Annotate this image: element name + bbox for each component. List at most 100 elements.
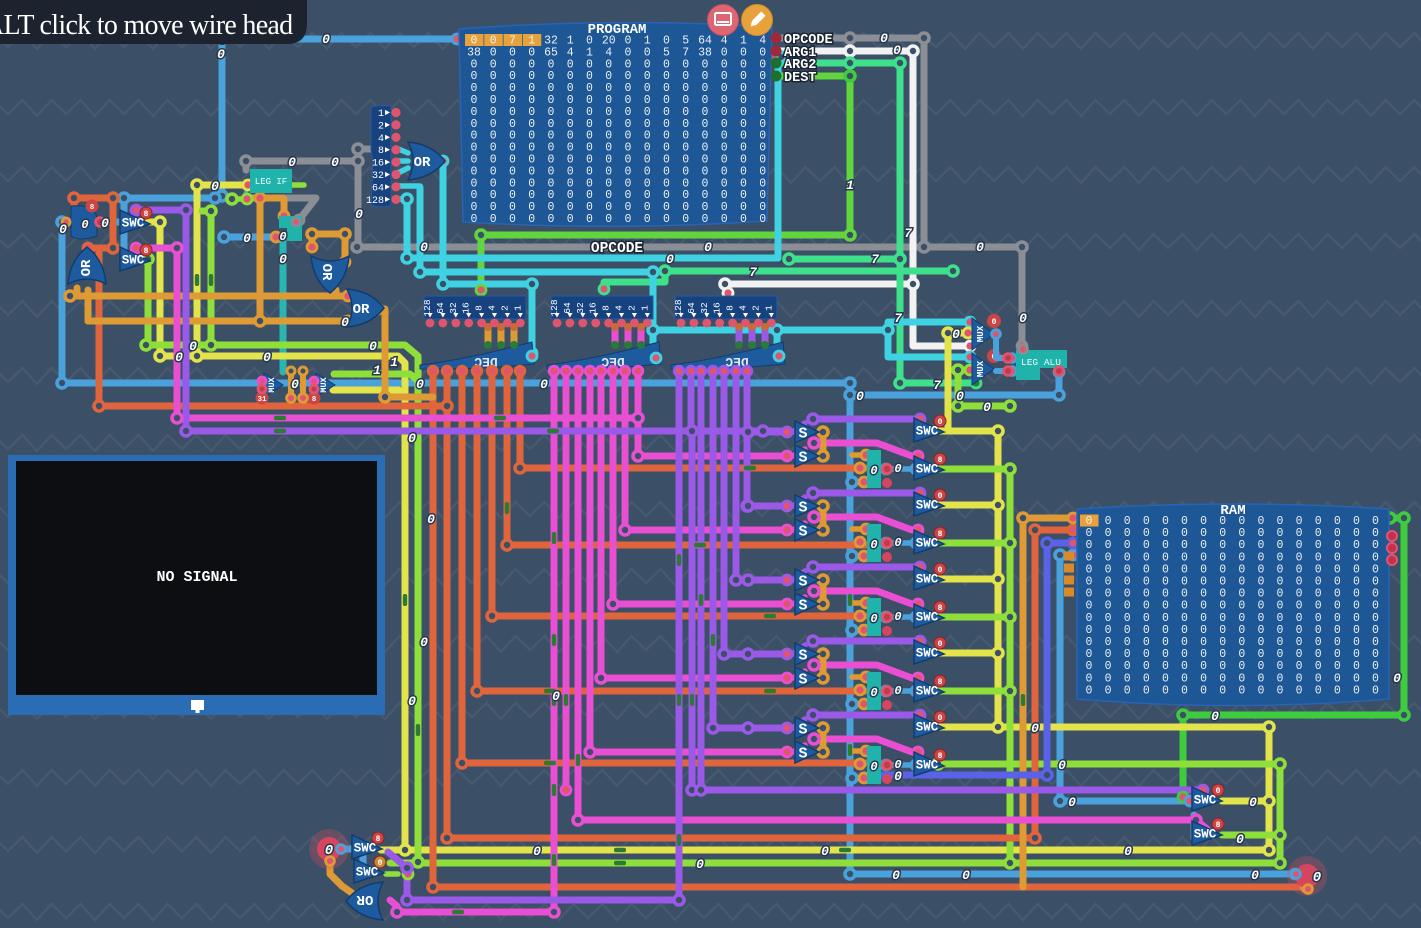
svg-text:8: 8 [938,604,943,613]
svg-text:0: 0 [1315,600,1322,613]
svg-text:OR: OR [318,264,334,281]
svg-text:1: 1 [639,305,650,311]
svg-text:7: 7 [894,311,902,326]
svg-text:S: S [798,648,807,665]
svg-text:0: 0 [1238,600,1245,613]
svg-text:0: 0 [1181,600,1188,613]
svg-text:MUX: MUX [976,360,986,377]
svg-text:0: 0 [1315,563,1322,576]
svg-text:0: 0 [1296,600,1303,613]
svg-text:0: 0 [1219,515,1226,528]
svg-text:SWC: SWC [916,685,939,699]
svg-text:0: 0 [1238,648,1245,661]
svg-text:0: 0 [1372,660,1379,673]
svg-text:0: 0 [1200,684,1207,697]
svg-text:SWC: SWC [916,537,939,551]
svg-text:0: 0 [369,339,377,354]
svg-text:0: 0 [101,216,109,231]
svg-text:S: S [798,426,807,443]
svg-text:0: 0 [1296,684,1303,697]
svg-text:OR: OR [353,302,370,318]
svg-text:0: 0 [1219,576,1226,589]
svg-text:0: 0 [1105,515,1112,528]
svg-text:0: 0 [1200,551,1207,564]
svg-text:0: 0 [1105,551,1112,564]
svg-text:0: 0 [1105,527,1112,540]
svg-text:0: 0 [1181,527,1188,540]
svg-text:0: 0 [1353,648,1360,661]
svg-text:0: 0 [1086,588,1093,601]
svg-text:0: 0 [938,492,943,501]
svg-text:8: 8 [474,305,485,311]
svg-text:0: 0 [471,213,478,226]
svg-text:0: 0 [938,566,943,575]
svg-text:0: 0 [211,179,219,194]
svg-text:SWC: SWC [122,254,145,268]
svg-text:0: 0 [1372,588,1379,601]
svg-text:0: 0 [1238,624,1245,637]
svg-text:0: 0 [1086,515,1093,528]
svg-text:0: 0 [1143,588,1150,601]
svg-text:0: 0 [1058,758,1066,773]
svg-text:0: 0 [1181,660,1188,673]
svg-text:0: 0 [1143,539,1150,552]
svg-text:0: 0 [1181,576,1188,589]
svg-text:0: 0 [1277,624,1284,637]
svg-text:0: 0 [408,694,416,709]
svg-text:0: 0 [870,538,877,552]
svg-text:0: 0 [1216,787,1221,796]
svg-text:7: 7 [871,252,879,267]
svg-text:0: 0 [1162,588,1169,601]
svg-text:0: 0 [1086,648,1093,661]
svg-text:0: 0 [1372,648,1379,661]
svg-text:0: 0 [1181,612,1188,625]
svg-text:0: 0 [1143,672,1150,685]
svg-text:0: 0 [1181,684,1188,697]
svg-text:0: 0 [1143,612,1150,625]
svg-text:S: S [798,524,807,541]
svg-text:0: 0 [1334,612,1341,625]
svg-text:2: 2 [750,305,761,311]
svg-text:0: 0 [1219,551,1226,564]
svg-text:64: 64 [372,183,384,194]
svg-text:0: 0 [1238,515,1245,528]
svg-text:4: 4 [487,305,498,311]
svg-text:0: 0 [1353,576,1360,589]
svg-text:0: 0 [1257,624,1264,637]
svg-text:0: 0 [1143,576,1150,589]
svg-text:0: 0 [1238,576,1245,589]
svg-text:0: 0 [341,315,349,330]
svg-text:0: 0 [420,635,428,650]
svg-text:0: 0 [1277,588,1284,601]
svg-text:0: 0 [1162,648,1169,661]
svg-text:7: 7 [904,226,912,241]
svg-text:8: 8 [90,204,95,212]
svg-text:0: 0 [666,252,674,267]
svg-text:0: 0 [1143,600,1150,613]
svg-text:0: 0 [548,213,555,226]
svg-text:0: 0 [1296,539,1303,552]
svg-text:0: 0 [1353,672,1360,685]
svg-text:PROGRAM: PROGRAM [588,22,647,38]
svg-text:0: 0 [1162,612,1169,625]
svg-text:0: 0 [1105,588,1112,601]
svg-text:32: 32 [699,302,710,314]
svg-text:16: 16 [461,302,472,314]
svg-text:0: 0 [892,868,900,883]
svg-text:SWC: SWC [916,463,939,477]
svg-text:0: 0 [1105,600,1112,613]
svg-text:0: 0 [1162,563,1169,576]
svg-text:OR: OR [79,259,95,276]
svg-text:OR: OR [414,155,431,171]
svg-text:0: 0 [1200,660,1207,673]
svg-text:0: 0 [1086,660,1093,673]
svg-text:0: 0 [1334,527,1341,540]
svg-text:0: 0 [1019,311,1027,326]
svg-text:0: 0 [1277,648,1284,661]
svg-text:0: 0 [1257,648,1264,661]
svg-text:0: 0 [1334,539,1341,552]
svg-text:0: 0 [1086,612,1093,625]
svg-text:0: 0 [1277,684,1284,697]
svg-text:SWC: SWC [1194,828,1217,842]
svg-text:0: 0 [1315,612,1322,625]
